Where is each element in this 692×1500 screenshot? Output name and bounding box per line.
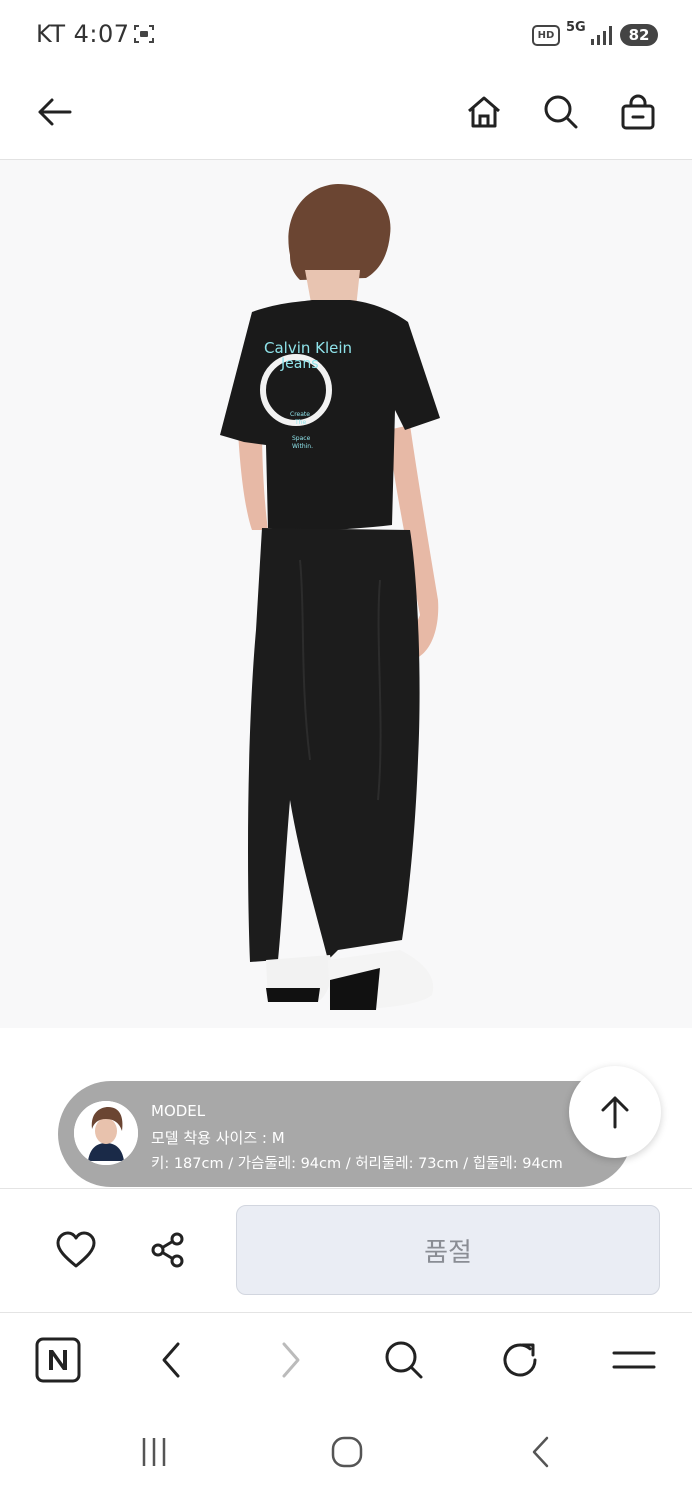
naver-home-button[interactable] <box>34 1336 82 1384</box>
sold-out-button[interactable]: 품절 <box>236 1205 660 1295</box>
shirt-print-line1: Create <box>290 411 310 418</box>
shirt-print-line3: Space <box>292 435 311 442</box>
back-chevron-icon <box>162 1342 180 1378</box>
status-time: KT 4:07 <box>36 20 130 48</box>
heart-icon <box>56 1231 96 1268</box>
back-nav-button[interactable] <box>520 1430 564 1474</box>
arrow-up-icon <box>601 1096 629 1129</box>
back-nav-icon <box>532 1436 549 1468</box>
browser-back-button[interactable] <box>148 1336 196 1384</box>
browser-menu-button[interactable] <box>610 1336 658 1384</box>
screenshot-icon <box>134 25 154 43</box>
wishlist-button[interactable] <box>52 1226 100 1274</box>
model-size: 모델 착용 사이즈 : M <box>151 1129 285 1147</box>
home-nav-icon <box>331 1436 363 1468</box>
shirt-print-line4: Within. <box>292 443 313 450</box>
battery-indicator: 82 <box>620 24 658 46</box>
forward-chevron-icon <box>282 1342 300 1378</box>
naver-n-icon <box>35 1337 81 1383</box>
browser-refresh-button[interactable] <box>496 1336 544 1384</box>
home-icon <box>468 96 500 128</box>
search-button[interactable] <box>537 88 585 136</box>
product-image[interactable]: Calvin Klein Jeans Create The Space With… <box>0 160 692 1028</box>
back-arrow-icon <box>38 98 72 126</box>
signal-icon <box>591 26 612 45</box>
network-type: 5G <box>566 20 586 35</box>
shirt-print-line2: The <box>294 419 306 426</box>
refresh-icon <box>503 1343 537 1377</box>
menu-icon <box>612 1351 656 1369</box>
cart-button[interactable] <box>614 88 662 136</box>
recent-apps-button[interactable] <box>132 1430 176 1474</box>
hd-voice-badge: HD <box>532 25 560 46</box>
model-measurements: 키: 187cm / 가슴둘레: 94cm / 허리둘레: 73cm / 힙둘레… <box>151 1156 563 1172</box>
status-bar: KT 4:07 HD 5G 82 <box>0 0 692 70</box>
browser-search-button[interactable] <box>380 1336 428 1384</box>
browser-forward-button[interactable] <box>266 1336 314 1384</box>
share-button[interactable] <box>144 1226 192 1274</box>
shirt-print-sub: Jeans <box>280 356 319 372</box>
model-info-card: MODEL 모델 착용 사이즈 : M 키: 187cm / 가슴둘레: 94c… <box>58 1081 632 1187</box>
home-button[interactable] <box>460 88 508 136</box>
model-illustration: Calvin Klein Jeans Create The Space With… <box>220 184 440 1010</box>
app-header <box>0 70 692 160</box>
shirt-print-brand: Calvin Klein <box>264 339 352 357</box>
search-icon <box>544 95 578 129</box>
search-icon <box>385 1341 423 1379</box>
shopping-bag-icon <box>621 94 655 130</box>
share-icon <box>151 1232 184 1268</box>
recent-apps-icon <box>142 1438 166 1466</box>
back-button[interactable] <box>30 88 78 136</box>
model-avatar <box>74 1101 138 1165</box>
home-nav-button[interactable] <box>325 1430 369 1474</box>
browser-toolbar <box>0 1312 692 1409</box>
model-title: MODEL <box>151 1102 206 1120</box>
scroll-to-top-button[interactable] <box>569 1066 661 1158</box>
